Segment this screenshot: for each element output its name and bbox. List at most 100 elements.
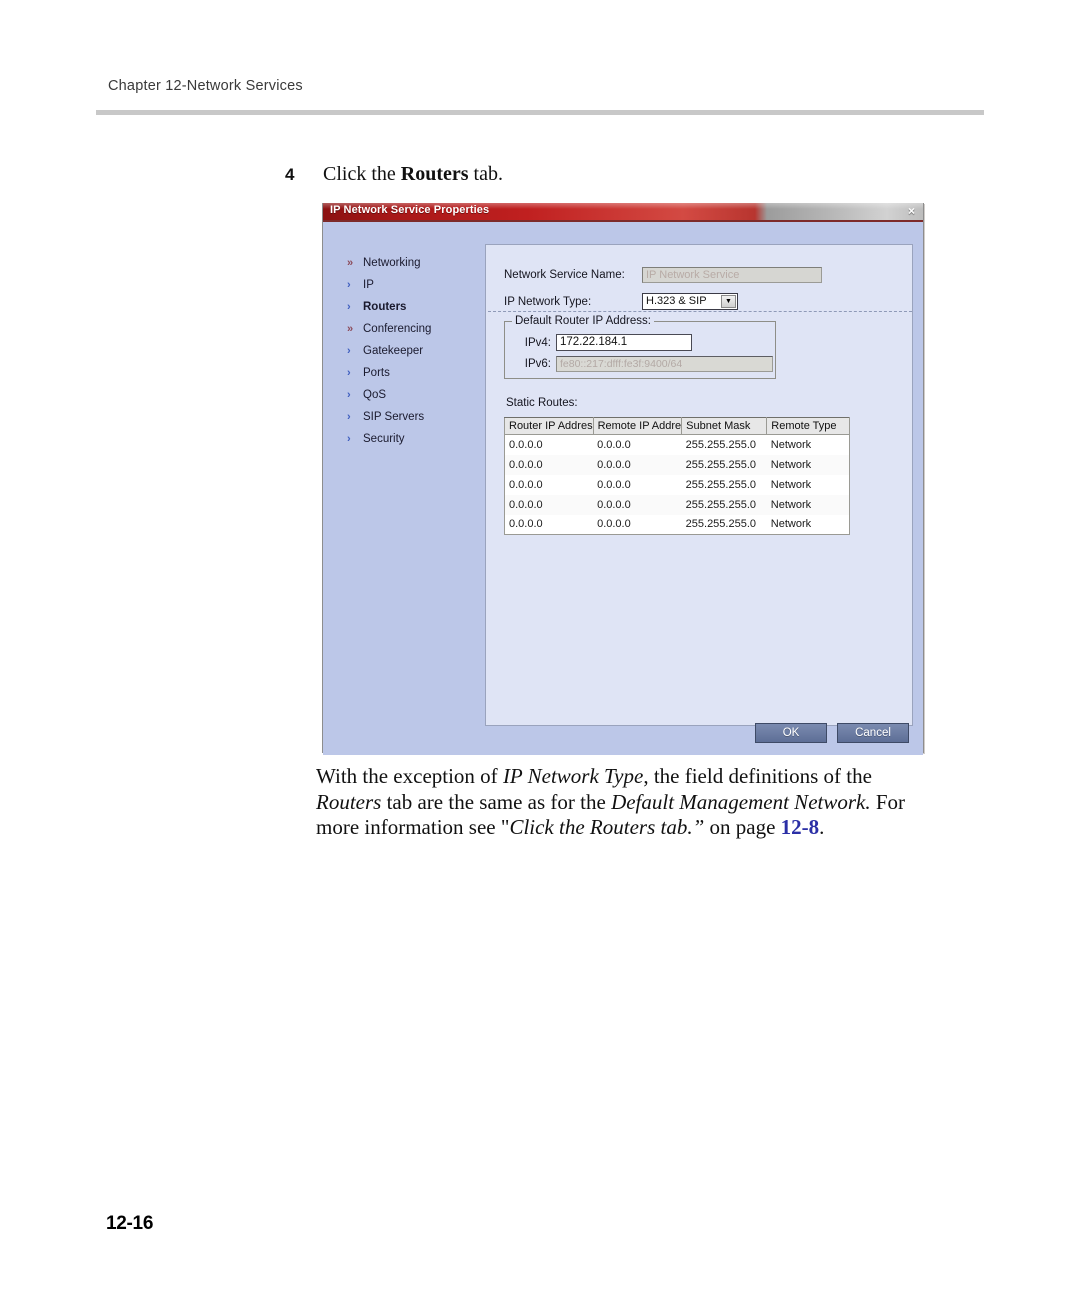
default-router-ip-group: Default Router IP Address: IPv4: 172.22.… xyxy=(504,315,776,379)
sidebar-item-ports[interactable]: › Ports xyxy=(323,362,487,384)
column-header-router-ip[interactable]: Router IP Addres xyxy=(504,417,594,435)
chevron-down-icon[interactable]: ▼ xyxy=(721,295,736,308)
cell-remote-ip: 0.0.0.0 xyxy=(593,474,682,495)
cell-router-ip: 0.0.0.0 xyxy=(504,454,594,475)
ip-network-type-row: IP Network Type: H.323 & SIP ▼ xyxy=(504,293,738,310)
table-row[interactable]: 0.0.0.0 0.0.0.0 255.255.255.0 Network xyxy=(504,434,850,455)
sidebar-item-label: Networking xyxy=(363,257,421,269)
network-service-name-input: IP Network Service xyxy=(642,267,822,283)
column-header-remote-type[interactable]: Remote Type xyxy=(766,417,850,435)
ip-network-type-select[interactable]: H.323 & SIP ▼ xyxy=(642,293,738,310)
routers-panel: Network Service Name: IP Network Service… xyxy=(485,244,913,726)
sidebar-item-routers[interactable]: › Routers xyxy=(323,296,487,318)
para-i3: Default Management Network. xyxy=(611,789,871,814)
ipv4-input[interactable]: 172.22.184.1 xyxy=(556,334,692,351)
sidebar-item-qos[interactable]: › QoS xyxy=(323,384,487,406)
ipv4-label: IPv4: xyxy=(524,336,551,349)
cancel-button[interactable]: Cancel xyxy=(837,723,909,743)
step-text-bold: Routers xyxy=(400,163,469,185)
sidebar-item-sip-servers[interactable]: › SIP Servers xyxy=(323,406,487,428)
para-i4: Click the Routers tab.” xyxy=(509,815,705,839)
dialog-sidebar: » Networking › IP › Routers » Conferenci… xyxy=(323,222,487,755)
sidebar-item-networking[interactable]: » Networking xyxy=(323,252,487,274)
ip-network-type-value: H.323 & SIP xyxy=(646,295,707,307)
dialog-button-bar: OK Cancel xyxy=(755,723,909,743)
para-s2: , the field definitions of the xyxy=(643,764,872,788)
ipv6-input: fe80::217:dfff:fe3f:9400/64 xyxy=(556,356,773,372)
cell-subnet-mask: 255.255.255.0 xyxy=(681,474,767,495)
cell-router-ip: 0.0.0.0 xyxy=(504,474,594,495)
sidebar-item-label: Conferencing xyxy=(363,323,432,335)
chevron-right-icon: › xyxy=(347,345,351,357)
cell-remote-type: Network xyxy=(766,514,850,535)
ipv6-label: IPv6: xyxy=(524,358,551,370)
cell-remote-type: Network xyxy=(766,434,850,455)
cell-remote-type: Network xyxy=(766,474,850,495)
cell-subnet-mask: 255.255.255.0 xyxy=(681,494,767,515)
cell-remote-ip: 0.0.0.0 xyxy=(593,514,682,535)
table-row[interactable]: 0.0.0.0 0.0.0.0 255.255.255.0 Network xyxy=(504,494,850,515)
section-divider xyxy=(488,311,912,312)
page-number: 12-16 xyxy=(106,1213,154,1234)
ipv4-row: IPv4: 172.22.184.1 xyxy=(511,334,692,351)
para-s6: . xyxy=(819,815,825,839)
step-number: 4 xyxy=(285,165,295,184)
default-router-ip-legend: Default Router IP Address: xyxy=(512,315,654,327)
body-paragraph: With the exception of IP Network Type, t… xyxy=(316,764,941,841)
para-s3: tab are the same as for the xyxy=(381,789,612,814)
cell-subnet-mask: 255.255.255.0 xyxy=(681,514,767,535)
sidebar-item-label: SIP Servers xyxy=(363,411,425,423)
dialog-titlebar[interactable]: IP Network Service Properties × xyxy=(323,203,923,220)
sidebar-item-gatekeeper[interactable]: › Gatekeeper xyxy=(323,340,487,362)
step-instruction: 4 Click the Routers tab. xyxy=(285,163,935,186)
para-s1: With the exception of xyxy=(316,764,503,788)
ok-button[interactable]: OK xyxy=(755,723,827,743)
cell-remote-ip: 0.0.0.0 xyxy=(593,454,682,475)
table-row[interactable]: 0.0.0.0 0.0.0.0 255.255.255.0 Network xyxy=(504,454,850,475)
chevron-right-icon: › xyxy=(347,433,351,445)
cell-remote-type: Network xyxy=(766,494,850,515)
double-chevron-icon: » xyxy=(347,323,353,335)
header-rule xyxy=(96,110,984,115)
sidebar-item-label: Ports xyxy=(363,367,390,379)
sidebar-item-security[interactable]: › Security xyxy=(323,428,487,450)
sidebar-item-label: Gatekeeper xyxy=(363,345,424,357)
ip-network-service-properties-dialog: IP Network Service Properties × » Networ… xyxy=(322,203,924,755)
cell-remote-ip: 0.0.0.0 xyxy=(593,494,682,515)
static-routes-label: Static Routes: xyxy=(506,397,578,409)
sidebar-item-conferencing[interactable]: » Conferencing xyxy=(323,318,487,340)
ip-network-type-label: IP Network Type: xyxy=(504,295,592,308)
chevron-right-icon: › xyxy=(347,411,351,423)
sidebar-item-label: IP xyxy=(363,279,374,291)
column-header-subnet-mask[interactable]: Subnet Mask xyxy=(681,417,768,435)
sidebar-item-label: Security xyxy=(363,433,405,445)
double-chevron-icon: » xyxy=(347,257,353,269)
chevron-right-icon: › xyxy=(347,367,351,379)
table-header-row: Router IP Addres Remote IP Addre Subnet … xyxy=(504,417,850,435)
dialog-body: » Networking › IP › Routers » Conferenci… xyxy=(323,220,923,755)
sidebar-item-label: QoS xyxy=(363,389,387,401)
running-header: Chapter 12-Network Services xyxy=(108,78,303,94)
ipv6-row: IPv6: fe80::217:dfff:fe3f:9400/64 xyxy=(511,356,773,372)
dialog-title: IP Network Service Properties xyxy=(330,204,490,216)
table-row[interactable]: 0.0.0.0 0.0.0.0 255.255.255.0 Network xyxy=(504,474,850,495)
table-row[interactable]: 0.0.0.0 0.0.0.0 255.255.255.0 Network xyxy=(504,514,850,535)
static-routes-table: Router IP Addres Remote IP Addre Subnet … xyxy=(504,417,850,535)
cell-router-ip: 0.0.0.0 xyxy=(504,434,594,455)
step-text: Click the Routers tab. xyxy=(323,163,503,185)
cell-router-ip: 0.0.0.0 xyxy=(504,494,594,515)
sidebar-item-ip[interactable]: › IP xyxy=(323,274,487,296)
cell-remote-ip: 0.0.0.0 xyxy=(593,434,682,455)
network-service-name-label: Network Service Name: xyxy=(504,269,625,281)
chevron-right-icon: › xyxy=(347,389,351,401)
cell-remote-type: Network xyxy=(766,454,850,475)
para-i2: Routers xyxy=(316,789,382,814)
cross-reference-link[interactable]: 12-8 xyxy=(781,815,820,839)
step-text-after: tab. xyxy=(468,163,503,185)
cell-subnet-mask: 255.255.255.0 xyxy=(681,454,767,475)
network-service-name-row: Network Service Name: IP Network Service xyxy=(504,267,822,283)
chevron-right-icon: › xyxy=(347,279,351,291)
column-header-remote-ip[interactable]: Remote IP Addre xyxy=(593,417,683,435)
cell-subnet-mask: 255.255.255.0 xyxy=(681,434,767,455)
close-icon[interactable]: × xyxy=(908,204,915,219)
